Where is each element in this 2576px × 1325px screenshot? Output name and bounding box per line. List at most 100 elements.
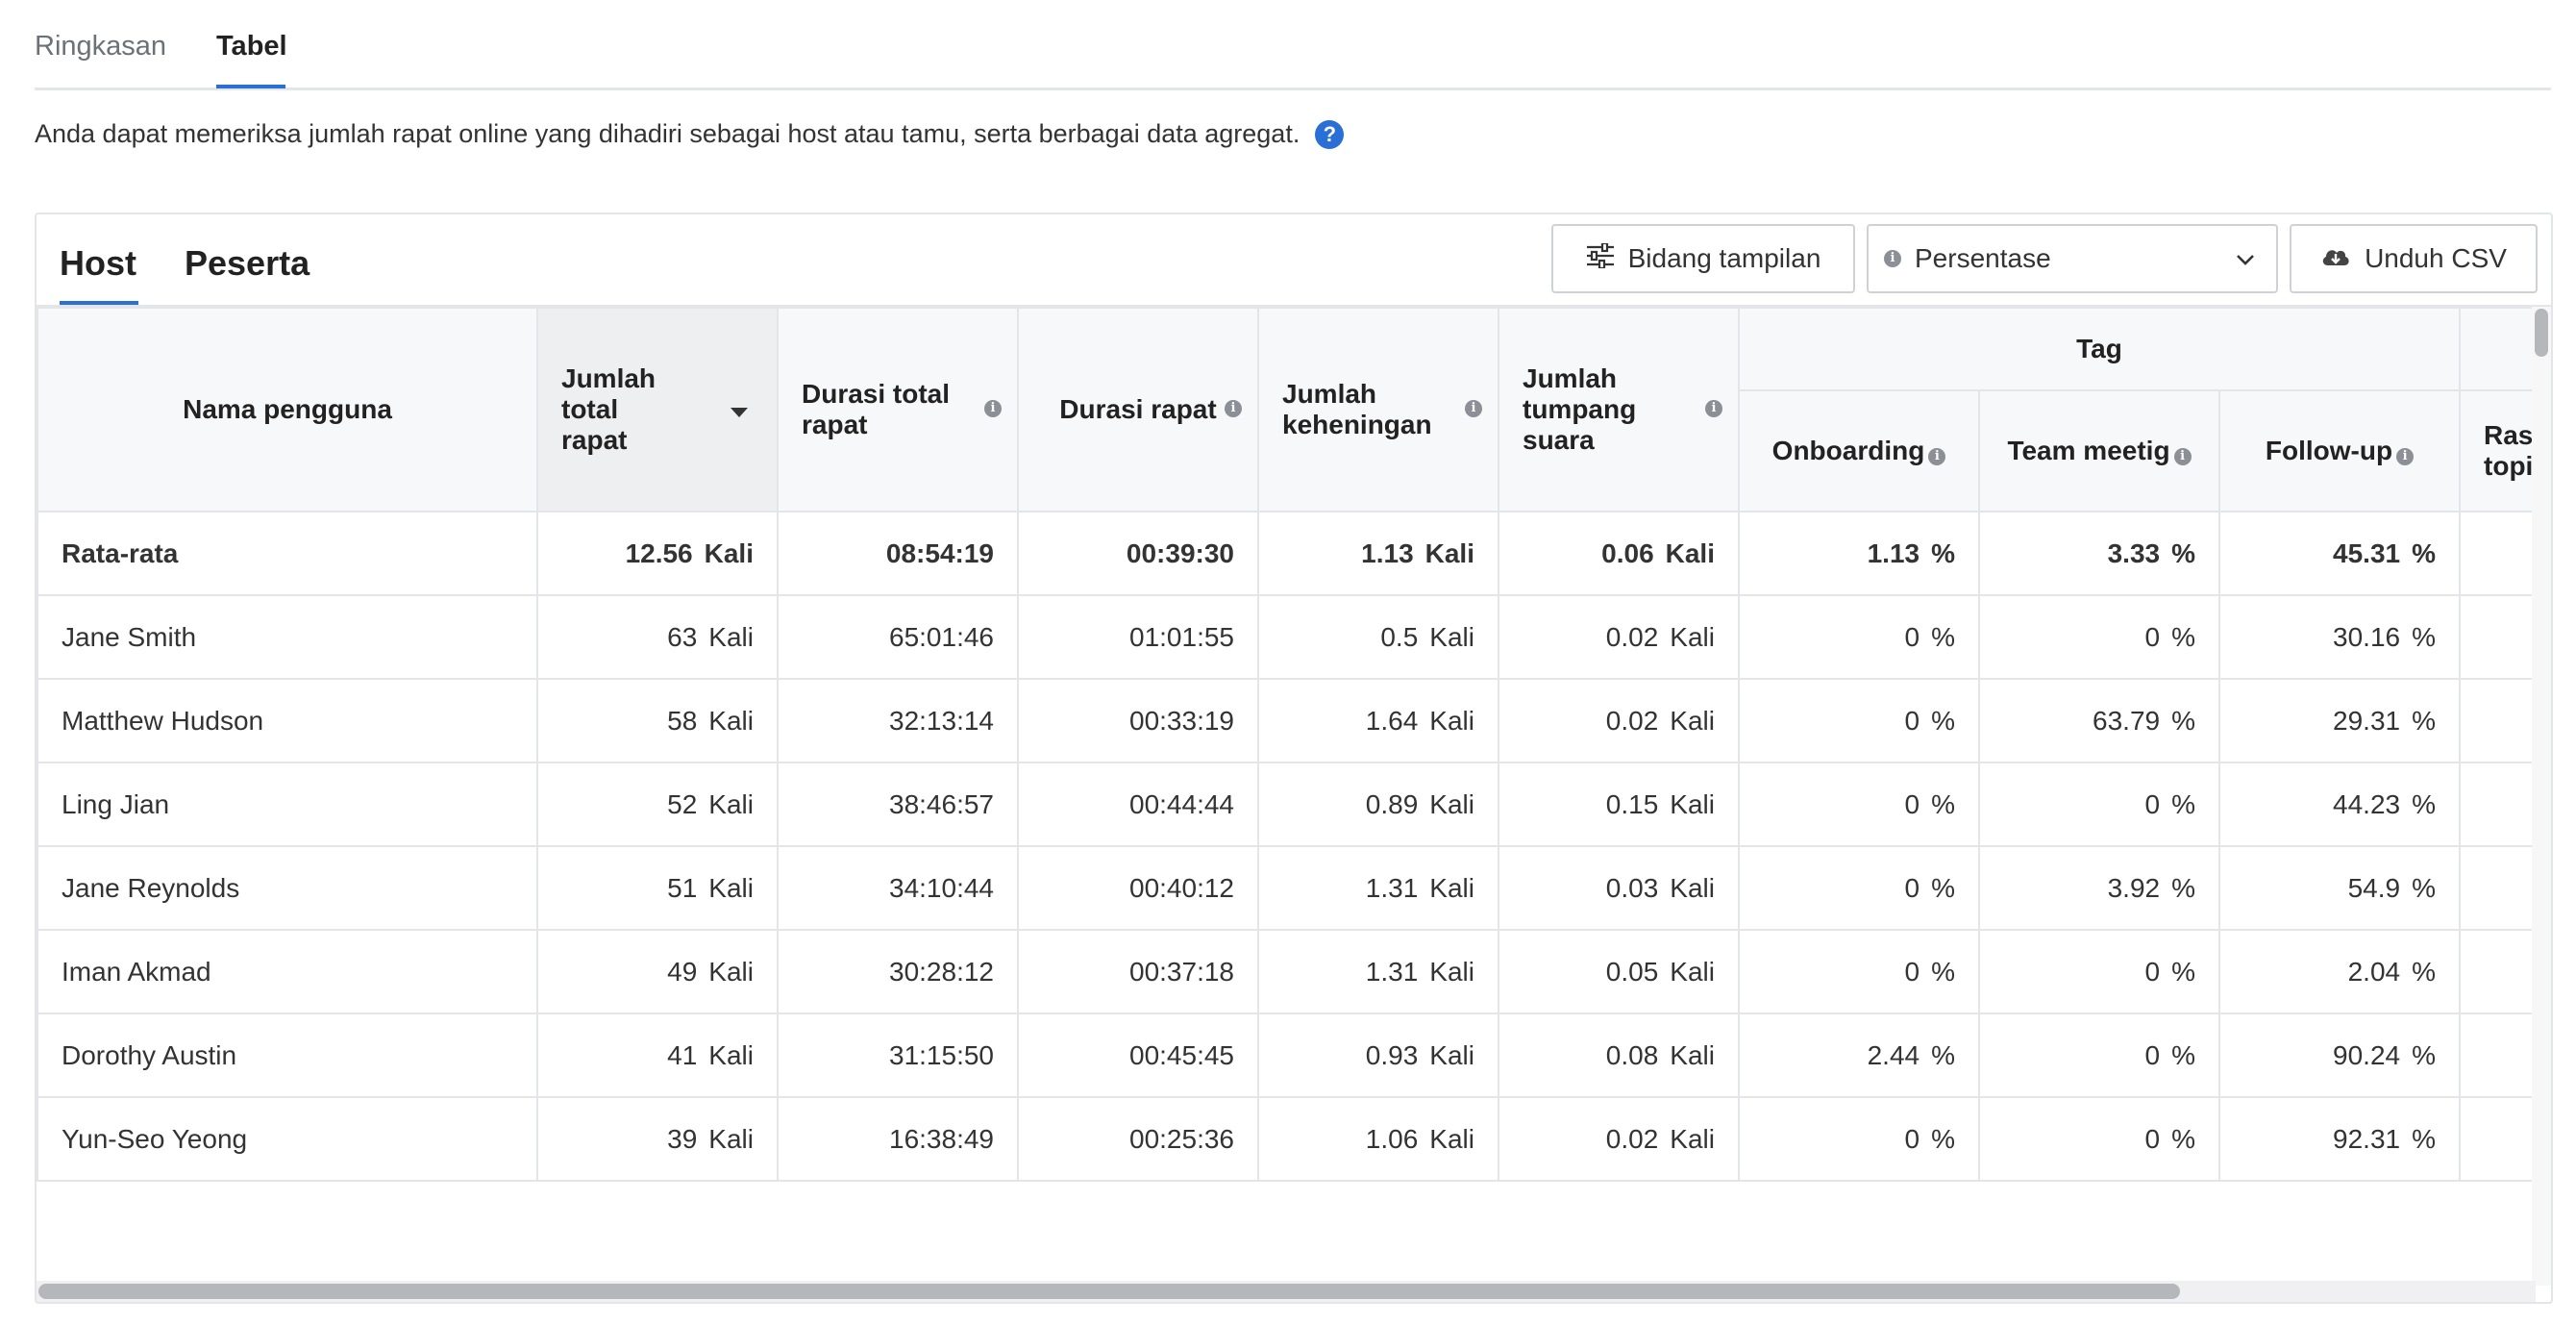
col-header-cutoff[interactable]: Ras topi (2459, 389, 2536, 512)
cell-follow-up: 30.16% (2217, 594, 2462, 680)
col-header-overlap[interactable]: Jumlah tumpang suara i (1498, 307, 1740, 512)
info-icon[interactable]: i (1705, 400, 1722, 417)
value: 0.5 (1380, 621, 1419, 652)
cell-onboarding: 0% (1738, 1096, 1980, 1182)
unit: % (2171, 538, 2195, 568)
cell-onboarding: 0% (1738, 845, 1980, 931)
unit: % (1931, 705, 1955, 736)
cell-name: Matthew Hudson (37, 678, 538, 763)
table-row[interactable]: Ling Jian 52 Kali 38:46:57 00:44:44 0.89 Kali 0… (37, 762, 2536, 847)
tab-tabel[interactable]: Tabel (216, 31, 287, 62)
col-header-follow-up[interactable]: Follow-up i (2217, 389, 2462, 512)
cell-cutoff (2459, 678, 2536, 763)
view-tabs: Ringkasan Tabel (35, 0, 2551, 90)
value: 44.23 (2333, 788, 2401, 819)
unit: Kali (1429, 872, 1474, 903)
cell-onboarding: 0% (1738, 929, 1980, 1014)
unit: % (2171, 1039, 2195, 1070)
vertical-scrollbar[interactable] (2532, 307, 2551, 1286)
col-header-meeting-duration-label: Durasi rapat (1059, 394, 1217, 424)
value: 58 (667, 705, 698, 736)
display-fields-button[interactable]: Bidang tampilan (1551, 224, 1855, 293)
cell-cutoff (2459, 511, 2536, 596)
info-icon[interactable]: i (1225, 400, 1242, 417)
unit: Kali (708, 1123, 754, 1154)
value: 0.15 (1605, 788, 1659, 819)
value: 0 (1904, 872, 1920, 903)
col-header-silence[interactable]: Jumlah keheningan i (1257, 307, 1499, 512)
horizontal-scrollbar[interactable] (37, 1281, 2536, 1302)
table-row[interactable]: Matthew Hudson 58 Kali 32:13:14 00:33:19 1.64… (37, 678, 2536, 763)
sort-desc-icon[interactable] (731, 408, 748, 417)
unit: Kali (1429, 1039, 1474, 1070)
cell-total-duration: 38:46:57 (777, 762, 1019, 847)
cell-silence: 0.89 Kali (1257, 762, 1499, 847)
col-header-name[interactable]: Nama pengguna (37, 307, 538, 512)
tab-peserta[interactable]: Peserta (185, 243, 310, 284)
description-text: Anda dapat memeriksa jumlah rapat online… (35, 119, 1300, 148)
cell-total-meetings: 58 Kali (536, 678, 779, 763)
table-row[interactable]: Dorothy Austin 41 Kali 31:15:50 00:45:45 0.93… (37, 1012, 2536, 1098)
value: 0 (2144, 956, 2161, 987)
unit: Kali (708, 705, 754, 736)
table-row[interactable]: Jane Reynolds 51 Kali 34:10:44 00:40:12 1.31 K… (37, 845, 2536, 931)
value: 1.31 (1365, 956, 1419, 987)
cell-onboarding: 0% (1738, 678, 1980, 763)
unit: Kali (708, 621, 754, 652)
unit: Kali (1670, 956, 1715, 987)
table-scroll-area[interactable]: Nama pengguna Jumlah total rapat Durasi … (37, 307, 2536, 1268)
unit: % (2171, 788, 2195, 819)
cell-overlap: 0.05 Kali (1498, 929, 1740, 1014)
unit: Kali (1670, 788, 1715, 819)
value: 0.03 (1605, 872, 1659, 903)
info-icon[interactable]: i (2173, 448, 2192, 465)
vertical-scrollbar-thumb[interactable] (2535, 309, 2548, 357)
table-row[interactable]: Yun-Seo Yeong 39 Kali 16:38:49 00:25:36 1.06 K… (37, 1096, 2536, 1182)
unit: Kali (1670, 1123, 1715, 1154)
cell-team-meeting: 0% (1978, 1012, 2220, 1098)
tab-host[interactable]: Host (60, 243, 136, 284)
col-header-meeting-duration[interactable]: Durasi rapat i (1017, 307, 1259, 512)
cell-silence: 0.93 Kali (1257, 1012, 1499, 1098)
info-icon[interactable]: i (2396, 448, 2415, 465)
percentage-select[interactable]: i Persentase (1867, 224, 2278, 293)
col-header-team-meeting[interactable]: Team meetig i (1978, 389, 2220, 512)
cell-overlap: 0.06 Kali (1498, 511, 1740, 596)
cell-onboarding: 2.44% (1738, 1012, 1980, 1098)
info-icon[interactable]: i (1465, 400, 1482, 417)
cell-total-meetings: 63 Kali (536, 594, 779, 680)
info-icon[interactable]: i (1928, 448, 1946, 465)
value: 1.31 (1365, 872, 1419, 903)
table-row[interactable]: Iman Akmad 49 Kali 30:28:12 00:37:18 1.31 Kali… (37, 929, 2536, 1014)
horizontal-scrollbar-thumb[interactable] (38, 1284, 2180, 1299)
col-header-total-meetings[interactable]: Jumlah total rapat (536, 307, 779, 512)
cell-meeting-duration: 00:37:18 (1017, 929, 1259, 1014)
cell-overlap: 0.08 Kali (1498, 1012, 1740, 1098)
col-group-tag-label: Tag (2076, 334, 2122, 363)
average-row: Rata-rata 12.56 Kali 08:54:19 00:39:30 1.… (37, 511, 2536, 596)
col-header-onboarding[interactable]: Onboarding i (1738, 389, 1980, 512)
unit: % (2412, 872, 2437, 903)
cell-total-duration: 65:01:46 (777, 594, 1019, 680)
percentage-select-value: Persentase (1915, 243, 2051, 273)
cell-meeting-duration: 00:40:12 (1017, 845, 1259, 931)
value: 0.02 (1605, 621, 1659, 652)
unit: Kali (1429, 705, 1474, 736)
value: 0.02 (1605, 1123, 1659, 1154)
cell-team-meeting: 0% (1978, 1096, 2220, 1182)
cell-total-meetings: 41 Kali (536, 1012, 779, 1098)
unit: Kali (1429, 621, 1474, 652)
cell-overlap: 0.15 Kali (1498, 762, 1740, 847)
value: 0.89 (1365, 788, 1419, 819)
col-header-cutoff-label: Ras topi (2484, 420, 2534, 481)
info-icon[interactable]: i (984, 400, 1002, 417)
col-header-total-duration[interactable]: Durasi total rapat i (777, 307, 1019, 512)
unit: % (1931, 1123, 1955, 1154)
question-circle-icon[interactable]: ? (1315, 119, 1345, 149)
col-header-name-label: Nama pengguna (183, 394, 392, 424)
cell-follow-up: 45.31% (2217, 511, 2462, 596)
cell-name: Ling Jian (37, 762, 538, 847)
tab-ringkasan[interactable]: Ringkasan (35, 31, 166, 62)
download-csv-button[interactable]: Unduh CSV (2290, 224, 2538, 293)
table-row[interactable]: Jane Smith 63 Kali 65:01:46 01:01:55 0.5 Kali 0… (37, 594, 2536, 680)
